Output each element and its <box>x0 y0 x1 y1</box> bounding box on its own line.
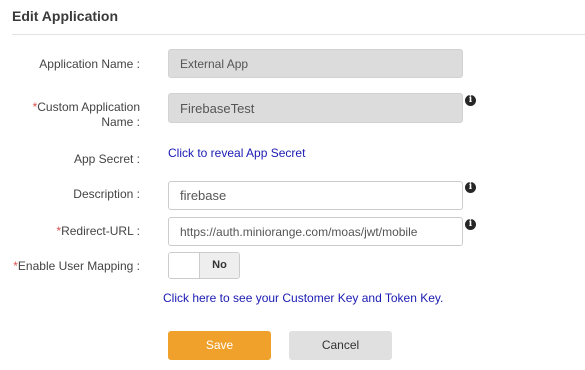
custom-application-name-label-line2: Name : <box>101 115 140 129</box>
user-mapping-toggle[interactable]: No <box>168 252 240 279</box>
toggle-state-label: No <box>200 253 239 278</box>
app-secret-label: App Secret : <box>73 152 140 166</box>
description-label: Description : <box>73 187 140 201</box>
redirect-url-label-text: Redirect-URL : <box>61 224 140 238</box>
page-title: Edit Application <box>12 8 119 24</box>
info-icon[interactable]: i <box>465 219 476 230</box>
custom-application-name-label-line1: Custom Application <box>37 100 140 114</box>
info-icon[interactable]: i <box>465 95 476 106</box>
redirect-url-field[interactable]: https://auth.miniorange.com/moas/jwt/mob… <box>168 217 463 246</box>
custom-application-name-label: *Custom Application Name : <box>0 100 140 130</box>
application-name-field[interactable]: External App <box>168 49 463 78</box>
enable-user-mapping-label: *Enable User Mapping : <box>0 259 140 274</box>
description-field[interactable]: firebase <box>168 181 463 210</box>
redirect-url-label: *Redirect-URL : <box>0 224 140 239</box>
custom-application-name-field[interactable]: FirebaseTest <box>168 93 463 123</box>
save-button[interactable]: Save <box>168 331 271 360</box>
title-divider <box>12 34 585 35</box>
info-icon[interactable]: i <box>465 182 476 193</box>
cancel-button[interactable]: Cancel <box>289 331 392 360</box>
toggle-handle[interactable] <box>169 253 200 278</box>
application-name-label: Application Name : <box>39 57 140 71</box>
customer-key-link[interactable]: Click here to see your Customer Key and … <box>163 291 443 305</box>
enable-user-mapping-label-text: Enable User Mapping : <box>17 259 140 273</box>
reveal-app-secret-link[interactable]: Click to reveal App Secret <box>168 146 305 160</box>
